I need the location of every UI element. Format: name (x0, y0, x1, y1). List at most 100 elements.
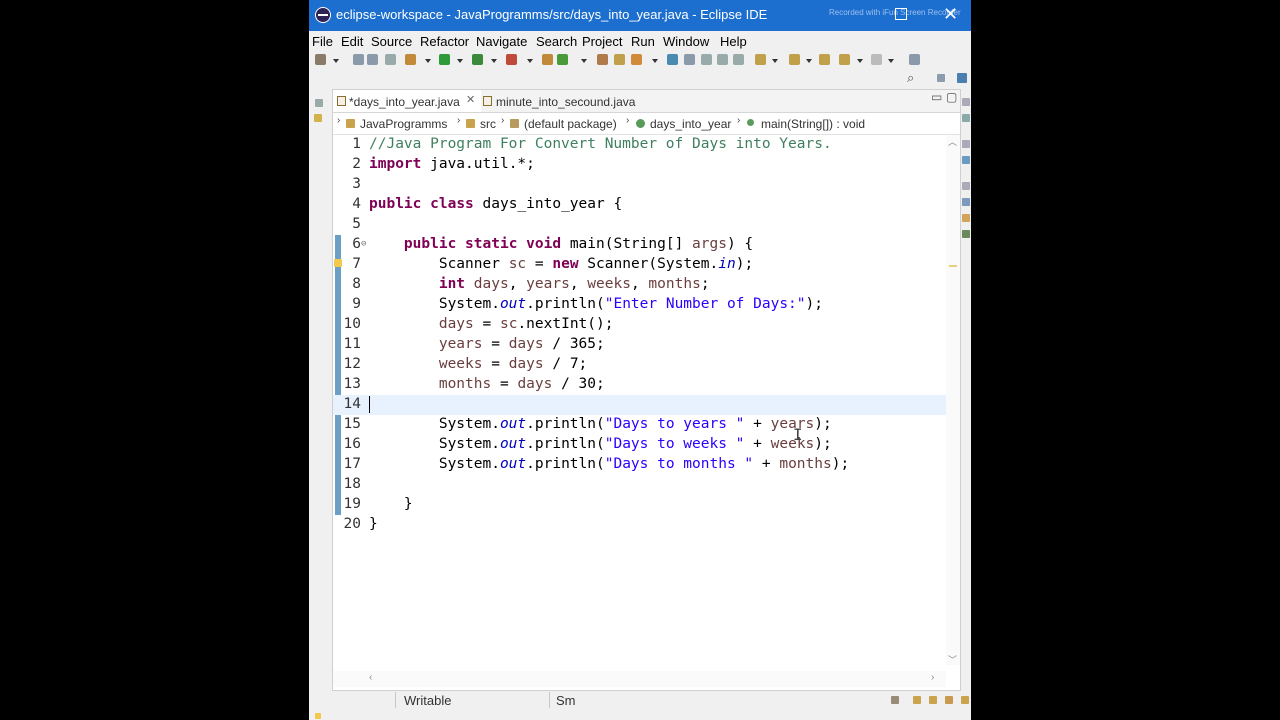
code-text[interactable]: Scanner sc = new Scanner(System.in); (369, 256, 753, 272)
code-line[interactable]: 14 (333, 395, 946, 415)
code-line[interactable]: 8 int days, years, weeks, months; (333, 275, 946, 295)
console-icon[interactable] (962, 230, 970, 238)
code-text[interactable]: System.out.println("Days to weeks " + we… (369, 436, 832, 452)
block-select-icon[interactable] (701, 54, 712, 65)
horizontal-scrollbar[interactable]: ‹ › (333, 671, 946, 687)
breadcrumb-item-class[interactable]: days_into_year (650, 117, 731, 131)
dropdown-chevron-icon[interactable] (333, 59, 339, 63)
code-line[interactable]: 15 System.out.println("Days to years " +… (333, 415, 946, 435)
status-icon[interactable] (961, 696, 969, 704)
external-tools-icon[interactable] (506, 54, 517, 65)
dropdown-chevron-icon[interactable] (491, 59, 497, 63)
scroll-up-icon[interactable]: ︿ (948, 135, 957, 148)
code-text[interactable]: public static void main(String[] args) { (369, 236, 753, 252)
open-perspective-icon[interactable] (937, 74, 945, 82)
code-editor[interactable]: 1 //Java Program For Convert Number of Da… (333, 135, 946, 665)
code-line[interactable]: 13 months = days / 30; (333, 375, 946, 395)
menu-item-run[interactable]: Run (631, 34, 655, 49)
dropdown-chevron-icon[interactable] (888, 59, 894, 63)
task-list-icon[interactable] (962, 114, 970, 122)
vertical-scrollbar[interactable]: ︿ ﹀ (946, 135, 960, 665)
code-line[interactable]: 10 days = sc.nextInt(); (333, 315, 946, 335)
pin-icon[interactable] (909, 54, 920, 65)
dropdown-chevron-icon[interactable] (581, 59, 587, 63)
tab-minute-into-secound[interactable]: minute_into_secound.java (483, 90, 663, 112)
restore-icon[interactable] (962, 98, 970, 106)
dropdown-chevron-icon[interactable] (772, 59, 778, 63)
code-line[interactable]: 6 public static void main(String[] args)… (333, 235, 946, 255)
maximize-editor-icon[interactable]: ▢ (946, 90, 957, 104)
dropdown-chevron-icon[interactable] (806, 59, 812, 63)
fold-icon[interactable]: ⊖ (361, 239, 366, 249)
search-icon[interactable]: ⌕ (907, 70, 914, 86)
code-text[interactable]: weeks = days / 7; (369, 356, 587, 372)
overview-marker[interactable] (949, 265, 957, 267)
code-line[interactable]: 4 public class days_into_year { (333, 195, 946, 215)
menu-item-help[interactable]: Help (720, 34, 747, 49)
warning-icon[interactable] (334, 259, 342, 267)
toggle-mark-icon[interactable] (667, 54, 678, 65)
breadcrumb-item-src[interactable]: src (480, 117, 496, 131)
status-icon[interactable] (913, 696, 921, 704)
status-icon[interactable] (929, 696, 937, 704)
declaration-icon[interactable] (962, 214, 970, 222)
show-whitespace-icon[interactable] (717, 54, 728, 65)
save-all-icon[interactable] (367, 54, 378, 65)
status-icon[interactable] (945, 696, 953, 704)
dropdown-chevron-icon[interactable] (425, 59, 431, 63)
open-type-icon[interactable] (597, 54, 608, 65)
code-line[interactable]: 1 //Java Program For Convert Number of Da… (333, 135, 946, 155)
next-annotation-icon[interactable] (755, 54, 766, 65)
skip-icon[interactable] (385, 54, 396, 65)
menu-item-refactor[interactable]: Refactor (420, 34, 469, 49)
dropdown-chevron-icon[interactable] (457, 59, 463, 63)
code-line[interactable]: 18 (333, 475, 946, 495)
menu-item-edit[interactable]: Edit (341, 34, 363, 49)
outline-icon[interactable] (962, 156, 970, 164)
search-icon[interactable] (631, 54, 642, 65)
run-icon[interactable] (439, 54, 450, 65)
menu-item-file[interactable]: File (312, 34, 333, 49)
close-icon[interactable]: ✕ (943, 3, 958, 25)
code-text[interactable]: int days, years, weeks, months; (369, 276, 710, 292)
code-text[interactable]: days = sc.nextInt(); (369, 316, 614, 332)
code-text[interactable]: //Java Program For Convert Number of Day… (369, 136, 832, 152)
code-text[interactable]: } (369, 516, 378, 532)
code-text[interactable]: System.out.println("Days to years " + ye… (369, 416, 832, 432)
menu-item-search[interactable]: Search (536, 34, 577, 49)
menu-item-project[interactable]: Project (582, 34, 622, 49)
debug-icon[interactable] (405, 54, 416, 65)
code-line[interactable]: 11 years = days / 365; (333, 335, 946, 355)
menu-item-window[interactable]: Window (663, 34, 709, 49)
maximize-icon[interactable] (895, 8, 907, 20)
restore-icon[interactable] (315, 99, 323, 107)
package-explorer-icon[interactable] (314, 114, 322, 122)
scroll-left-icon[interactable]: ‹ (369, 672, 372, 683)
restore-icon[interactable] (962, 140, 970, 148)
code-line[interactable]: 3 (333, 175, 946, 195)
menu-item-navigate[interactable]: Navigate (476, 34, 527, 49)
javadoc-icon[interactable] (962, 198, 970, 206)
breadcrumb-item-project[interactable]: JavaProgramms (360, 117, 447, 131)
scroll-right-icon[interactable]: › (931, 672, 934, 683)
code-text[interactable]: } (369, 496, 413, 512)
code-text[interactable]: months = days / 30; (369, 376, 605, 392)
open-task-icon[interactable] (614, 54, 625, 65)
code-line[interactable]: 5 (333, 215, 946, 235)
status-icon[interactable] (891, 696, 899, 704)
last-edit-icon[interactable] (819, 54, 830, 65)
code-text[interactable]: years = days / 365; (369, 336, 605, 352)
code-line[interactable]: 9 System.out.println("Enter Number of Da… (333, 295, 946, 315)
code-line[interactable]: 2 import java.util.*; (333, 155, 946, 175)
scroll-down-icon[interactable]: ﹀ (948, 653, 957, 666)
tab-close-icon[interactable]: ✕ (466, 93, 475, 106)
code-text[interactable]: System.out.println("Days to months " + m… (369, 456, 849, 472)
tab-days-into-year[interactable]: *days_into_year.java ✕ (333, 90, 481, 112)
dropdown-chevron-icon[interactable] (652, 59, 658, 63)
forward-icon[interactable] (871, 54, 882, 65)
minimize-editor-icon[interactable]: ▭ (931, 90, 942, 104)
notification-icon[interactable] (315, 713, 321, 719)
code-line[interactable]: 20} (333, 515, 946, 535)
code-line[interactable]: 16 System.out.println("Days to weeks " +… (333, 435, 946, 455)
coverage-icon[interactable] (472, 54, 483, 65)
